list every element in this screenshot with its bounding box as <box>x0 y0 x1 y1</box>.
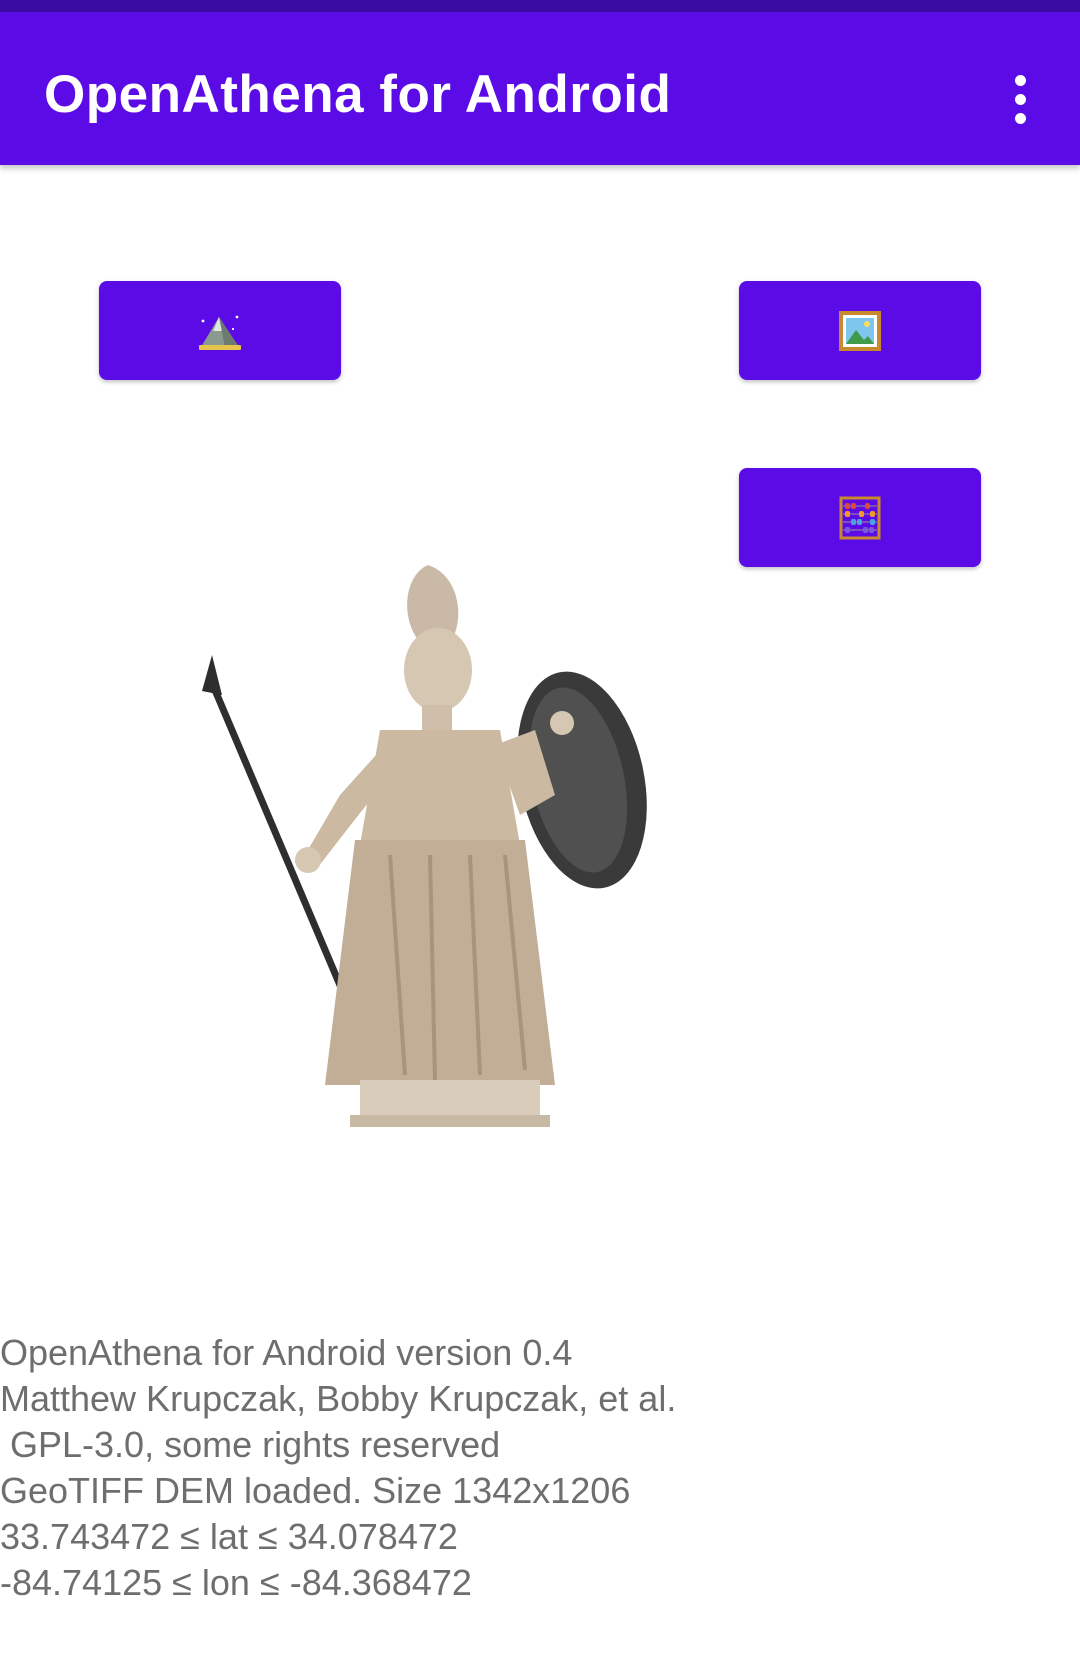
app-title: OpenAthena for Android <box>44 65 672 124</box>
status-bar <box>0 0 1080 12</box>
more-vert-icon <box>1014 74 1026 86</box>
license-line: GPL-3.0, some rights reserved <box>0 1424 501 1465</box>
athena-statue-image <box>202 565 647 1127</box>
more-vert-icon-dot <box>1014 93 1026 105</box>
version-line: OpenAthena for Android version 0.4 <box>0 1332 573 1373</box>
more-vert-icon-dot <box>1014 112 1026 124</box>
app-bar: OpenAthena for Android <box>0 12 1080 165</box>
dem-status-line: GeoTIFF DEM loaded. Size 1342x1206 <box>0 1470 631 1511</box>
framed-picture-icon <box>839 310 881 351</box>
select-image-button[interactable] <box>739 281 981 380</box>
calculate-button[interactable] <box>739 468 981 567</box>
mountain-icon <box>199 315 241 350</box>
app-info-text: OpenAthena for Android version 0.4 Matth… <box>0 1330 1080 1606</box>
lat-range-line: 33.743472 ≤ lat ≤ 34.078472 <box>0 1516 458 1557</box>
more-options-button[interactable] <box>995 64 1045 134</box>
select-dem-button[interactable] <box>99 281 341 380</box>
authors-line: Matthew Krupczak, Bobby Krupczak, et al. <box>0 1378 677 1419</box>
abacus-icon <box>839 496 881 539</box>
lon-range-line: -84.74125 ≤ lon ≤ -84.368472 <box>0 1562 472 1603</box>
